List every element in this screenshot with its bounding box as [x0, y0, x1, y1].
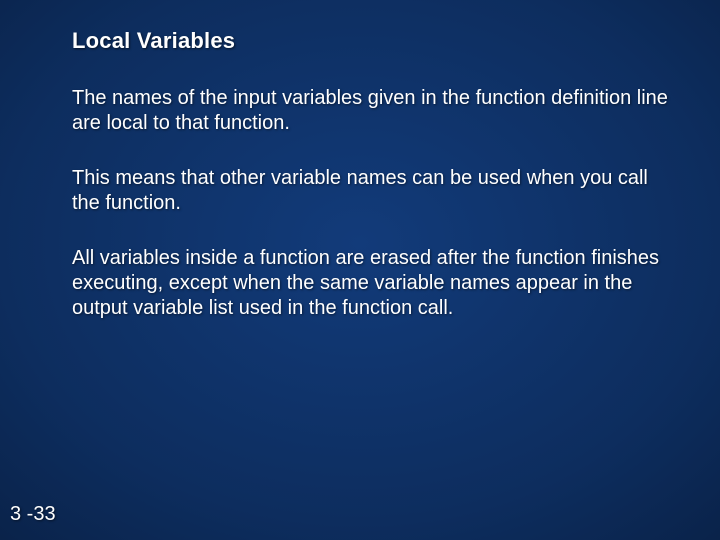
slide-title: Local Variables [72, 28, 672, 54]
paragraph-3: All variables inside a function are eras… [72, 246, 672, 321]
page-number: 3 -33 [10, 503, 56, 526]
paragraph-2: This means that other variable names can… [72, 166, 672, 216]
slide-content: Local Variables The names of the input v… [72, 28, 672, 351]
paragraph-1: The names of the input variables given i… [72, 86, 672, 136]
